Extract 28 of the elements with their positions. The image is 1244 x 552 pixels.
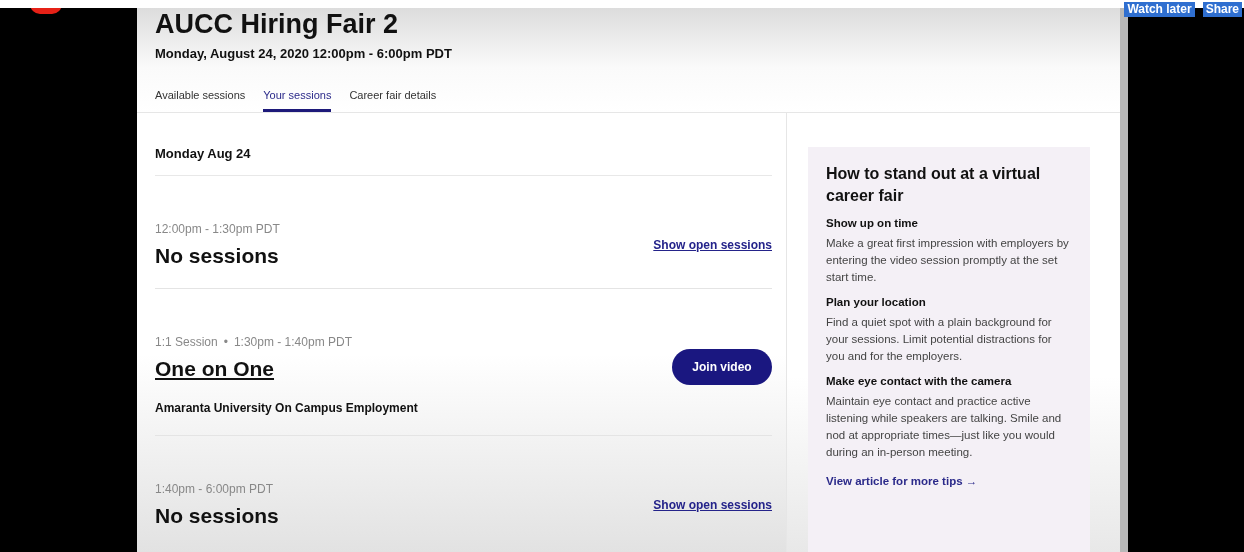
tip-heading: Plan your location bbox=[826, 296, 927, 308]
slot-title: No sessions bbox=[155, 504, 279, 528]
tip-heading: Show up on time bbox=[826, 217, 919, 229]
tip-text: Maintain eye contact and practice active listening while speakers are talking. Smile and nod at appropriate times—just like you would during an in-person meeting. bbox=[826, 394, 1063, 460]
session-title[interactable]: One on One bbox=[155, 357, 418, 381]
separator-dot: • bbox=[223, 335, 228, 349]
overlay-button[interactable]: Share bbox=[1202, 2, 1242, 17]
show-sessions-link[interactable]: Show open sessions bbox=[653, 498, 772, 512]
article-link[interactable]: View article for more tips → bbox=[826, 475, 1072, 487]
time-range: 12:00pm - 1:30pm PDT bbox=[155, 222, 280, 236]
page-title: AUCC Hiring Fair 2 bbox=[155, 10, 399, 38]
tab[interactable]: Available sessions bbox=[155, 89, 246, 112]
organizer: Amaranta University On Campus Employment bbox=[155, 401, 418, 415]
tip-heading: Make eye contact with the camera bbox=[826, 375, 1013, 387]
tip-text: Make a great first impression with employers by entering the video session promptly at the set start time. bbox=[826, 236, 1070, 285]
tip-text: Find a quiet spot with a plain background for your sessions. Limit potential distractions for you and for the employers. bbox=[826, 315, 1053, 364]
event-date: Monday, August 24, 2020 12:00pm - 6:00pm PDT bbox=[155, 46, 453, 61]
time-range: 1:40pm - 6:00pm PDT bbox=[155, 482, 275, 496]
session-type: 1:1 Session bbox=[155, 335, 218, 349]
overlay-button[interactable]: Watch later bbox=[1124, 2, 1195, 17]
time-range: 1:30pm - 1:40pm PDT bbox=[233, 335, 352, 349]
slot-title: No sessions bbox=[155, 244, 280, 268]
show-sessions-link[interactable]: Show open sessions bbox=[653, 238, 772, 252]
tips-title: How to stand out at a virtual career fair bbox=[826, 164, 1042, 206]
join-video-button[interactable]: Join video bbox=[672, 349, 772, 385]
day-heading: Monday Aug 24 bbox=[155, 113, 772, 176]
tab[interactable]: Career fair details bbox=[349, 89, 437, 112]
scrollbar[interactable] bbox=[1120, 8, 1128, 552]
